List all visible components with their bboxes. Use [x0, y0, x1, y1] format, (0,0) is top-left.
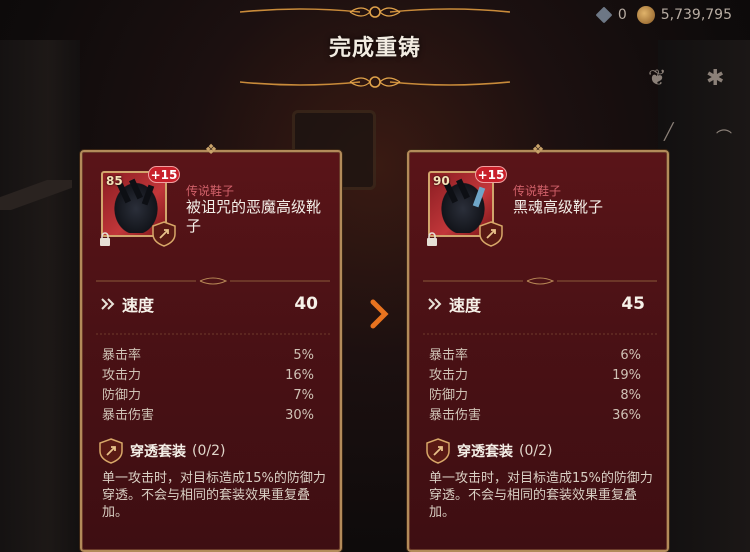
enhance-badge: +15	[148, 166, 180, 183]
set-count: (0/2)	[192, 443, 226, 459]
title-ornament-top	[239, 4, 511, 20]
background-weapon	[0, 180, 72, 210]
main-stat-label: 速度	[449, 296, 482, 315]
penetration-set-icon	[152, 221, 176, 247]
main-stat: 速度 45	[427, 293, 645, 315]
gold-counter: 5,739,795	[636, 6, 732, 24]
set-description: 单一攻击时，对目标造成15%的防御力穿透。不会与相同的套装效果重复叠加。	[429, 471, 653, 520]
helmet-icon: ⌒	[716, 128, 733, 147]
sub-stat-row: 暴击率 5%	[102, 348, 314, 363]
sub-stat-row: 攻击力 19%	[429, 368, 641, 383]
main-stat-label: 速度	[122, 296, 155, 315]
equipment-card-after: ❖ 90 +15 传说鞋子 黑魂高级靴子 速度 45 暴击率 6% 攻击力 19…	[407, 142, 669, 552]
background-left-panel	[0, 40, 80, 552]
sword-icon: ╱	[664, 122, 674, 141]
background-right-panel	[658, 40, 750, 552]
set-count: (0/2)	[519, 443, 553, 459]
arrow-right-icon	[370, 299, 389, 329]
sub-stat-row: 防御力 8%	[429, 388, 641, 403]
gem-count: 0	[617, 7, 627, 23]
item-level: 85	[106, 174, 123, 188]
sub-stats-list: 暴击率 6% 攻击力 19% 防御力 8% 暴击伤害 36%	[429, 346, 641, 426]
divider	[96, 324, 330, 335]
lock-icon[interactable]	[425, 232, 439, 246]
sub-stat-row: 防御力 7%	[102, 388, 314, 403]
set-name: 穿透套装	[457, 444, 513, 460]
double-chevron-icon	[101, 298, 115, 310]
item-name: 被诅咒的恶魔高级靴子	[186, 198, 322, 235]
lock-icon[interactable]	[98, 232, 112, 246]
page-title: 完成重铸	[328, 36, 421, 61]
currency-bar: 0 5,739,795	[595, 6, 732, 24]
card-ornament-icon: ❖	[204, 142, 218, 158]
title-ornament-bottom	[239, 74, 511, 90]
gold-count: 5,739,795	[660, 7, 732, 23]
sub-stat-row: 暴击率 6%	[429, 348, 641, 363]
beast-icon: ✱	[706, 66, 725, 91]
divider	[423, 324, 657, 335]
gem-counter: 0	[595, 6, 627, 24]
item-rarity: 传说鞋子	[513, 184, 562, 198]
title-banner: 完成重铸	[200, 0, 550, 110]
main-stat-value: 45	[621, 294, 645, 314]
main-stat-value: 40	[294, 294, 318, 314]
penetration-set-icon	[99, 438, 123, 464]
equipment-card-before: ❖ 85 +15 传说鞋子 被诅咒的恶魔高级靴子 速度 40 暴击率 5% 攻击…	[80, 142, 342, 552]
enhance-badge: +15	[475, 166, 507, 183]
sub-stat-row: 暴击伤害 30%	[102, 408, 314, 423]
divider	[423, 271, 657, 285]
set-name: 穿透套装	[130, 444, 186, 460]
sub-stats-list: 暴击率 5% 攻击力 16% 防御力 7% 暴击伤害 30%	[102, 346, 314, 426]
card-ornament-icon: ❖	[531, 142, 545, 158]
gem-icon	[595, 6, 613, 24]
dragon-icon: ❦	[648, 66, 667, 91]
set-description: 单一攻击时，对目标造成15%的防御力穿透。不会与相同的套装效果重复叠加。	[102, 471, 326, 520]
set-bonus-header: 穿透套装 (0/2)	[425, 438, 552, 464]
item-name: 黑魂高级靴子	[513, 198, 604, 216]
main-stat: 速度 40	[100, 293, 318, 315]
divider	[96, 271, 330, 285]
gold-coin-icon	[636, 6, 655, 24]
item-rarity: 传说鞋子	[186, 184, 235, 198]
double-chevron-icon	[428, 298, 442, 310]
set-bonus-header: 穿透套装 (0/2)	[98, 438, 225, 464]
penetration-set-icon	[479, 221, 503, 247]
item-level: 90	[433, 174, 450, 188]
penetration-set-icon	[426, 438, 450, 464]
sub-stat-row: 攻击力 16%	[102, 368, 314, 383]
sub-stat-row: 暴击伤害 36%	[429, 408, 641, 423]
